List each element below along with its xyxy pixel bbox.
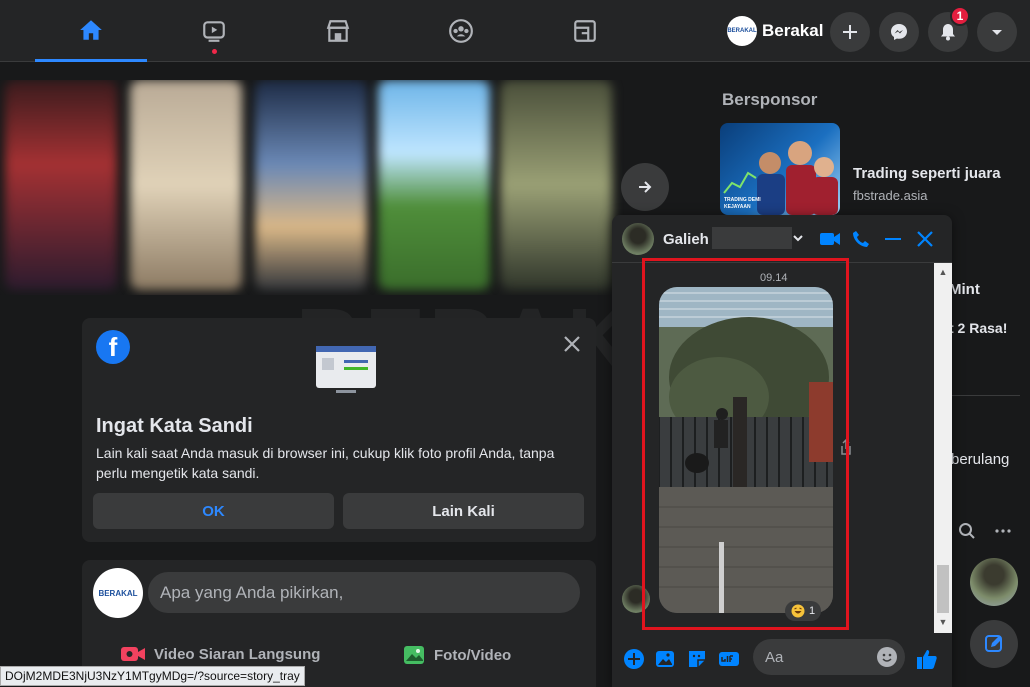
scroll-up-arrow-icon[interactable]: ▲ (938, 267, 948, 277)
ad-headline[interactable]: Trading seperti juara (853, 165, 1001, 182)
gif-icon (719, 652, 739, 666)
search-icon[interactable] (958, 522, 976, 540)
video-play-icon (203, 21, 225, 42)
close-icon[interactable] (560, 332, 584, 356)
remember-password-card: f Ingat Kata Sandi Lain kali saat Anda m… (82, 318, 596, 542)
message-input[interactable]: Aa (753, 639, 905, 675)
live-video-label: Video Siaran Langsung (154, 645, 321, 663)
sticker-button[interactable] (685, 647, 709, 671)
profile-name: Berakal (762, 21, 824, 40)
profile-shortcut[interactable]: BERAKAL Berakal (724, 14, 831, 48)
minimize-icon (885, 238, 901, 240)
photo-icon (404, 646, 424, 664)
message-input-placeholder: Aa (765, 648, 784, 666)
story-card[interactable] (500, 80, 612, 290)
story-card[interactable] (130, 80, 242, 290)
minimize-chat-button[interactable] (882, 228, 904, 250)
facebook-logo-icon: f (96, 330, 130, 364)
create-button[interactable] (830, 12, 870, 52)
account-menu-button[interactable] (977, 12, 1017, 52)
emoji-icon[interactable] (877, 647, 897, 667)
chat-scrollbar[interactable]: ▲ ▼ (934, 263, 952, 633)
live-video-button[interactable]: Video Siaran Langsung (120, 644, 320, 664)
browser-status-url: DOjM2MDE3NjU3NzY1MTgyMDg=/?source=story_… (0, 666, 305, 686)
scroll-down-arrow-icon[interactable]: ▼ (938, 617, 948, 627)
scroll-thumb[interactable] (937, 565, 949, 613)
not-now-button[interactable]: Lain Kali (343, 493, 584, 529)
profile-avatar: BERAKAL (727, 16, 757, 46)
thumbs-up-icon (917, 650, 937, 669)
chat-contact-name[interactable]: Galieh (663, 231, 709, 248)
more-options-icon[interactable] (994, 522, 1012, 540)
partial-ad-text: t 2 Rasa! (949, 320, 1008, 336)
gif-button[interactable] (717, 647, 741, 671)
ok-button[interactable]: OK (93, 493, 334, 529)
ad-image-text: TRADING DEMI KEJAYAAN (724, 197, 761, 210)
groups-icon (449, 19, 473, 43)
avatar[interactable]: BERAKAL (93, 568, 143, 618)
partial-text: berulang (951, 451, 1010, 468)
voice-call-button[interactable] (850, 228, 872, 250)
video-call-button[interactable] (819, 228, 841, 250)
attach-photo-button[interactable] (653, 647, 677, 671)
caret-down-icon (992, 30, 1002, 35)
sticker-icon (689, 651, 705, 667)
notification-badge: 1 (950, 6, 970, 26)
highlight-box (642, 258, 849, 630)
stories-next-button[interactable] (621, 163, 669, 211)
nav-tab-home[interactable] (35, 0, 147, 62)
name-redaction (712, 227, 792, 249)
like-button[interactable] (915, 647, 939, 671)
partial-ad-text: Mint (949, 281, 980, 298)
messenger-icon (891, 24, 907, 40)
chat-composer: Aa (612, 633, 952, 687)
plus-icon (843, 25, 857, 39)
gaming-icon (574, 20, 596, 42)
chevron-down-icon[interactable] (792, 232, 804, 244)
nav-tab-watch[interactable] (158, 0, 270, 62)
nav-tab-gaming[interactable] (529, 0, 641, 62)
chat-header: Galieh (612, 215, 952, 263)
contact-avatar[interactable] (970, 558, 1018, 606)
ad-image[interactable]: TRADING DEMI KEJAYAAN (720, 123, 840, 215)
more-actions-button[interactable] (622, 647, 646, 671)
card-description: Lain kali saat Anda masuk di browser ini… (96, 445, 555, 481)
whats-on-your-mind-input[interactable]: Apa yang Anda pikirkan, (148, 572, 580, 613)
home-icon (80, 19, 102, 40)
video-camera-icon (820, 233, 840, 245)
image-icon (656, 651, 674, 667)
chat-messages: 09.14 1 ▲ ▼ (612, 258, 952, 633)
new-content-dot (212, 49, 217, 54)
live-video-icon (121, 647, 145, 661)
story-card[interactable] (5, 80, 117, 290)
compose-icon (985, 635, 1002, 652)
close-icon (917, 231, 933, 247)
card-title: Ingat Kata Sandi (96, 415, 253, 437)
photo-video-button[interactable]: Foto/Video (402, 644, 511, 666)
sponsored-heading: Bersponsor (722, 90, 818, 109)
plus-circle-icon (624, 649, 644, 669)
notifications-button[interactable]: 1 (928, 6, 970, 52)
browser-illustration-icon (316, 346, 376, 393)
marketplace-icon (326, 20, 350, 42)
nav-tab-groups[interactable] (405, 0, 517, 62)
contacts-toolbar (958, 522, 1022, 540)
chat-window: Galieh 09.14 1 ▲ ▼ Aa (612, 215, 952, 687)
phone-icon (853, 231, 869, 247)
divider (946, 395, 1020, 396)
nav-tab-marketplace[interactable] (282, 0, 394, 62)
new-message-button[interactable] (970, 620, 1018, 668)
stories-tray (0, 80, 640, 295)
arrow-right-icon (639, 181, 652, 193)
smiley-icon (878, 648, 896, 666)
story-card[interactable] (255, 80, 367, 290)
chat-contact-avatar[interactable] (622, 223, 654, 255)
story-card[interactable] (378, 80, 490, 290)
top-navigation-bar: BERAKAL Berakal 1 (0, 0, 1030, 62)
messenger-button[interactable] (879, 12, 919, 52)
photo-video-label: Foto/Video (434, 646, 512, 664)
close-chat-button[interactable] (914, 228, 936, 250)
ad-domain: fbstrade.asia (853, 188, 928, 203)
